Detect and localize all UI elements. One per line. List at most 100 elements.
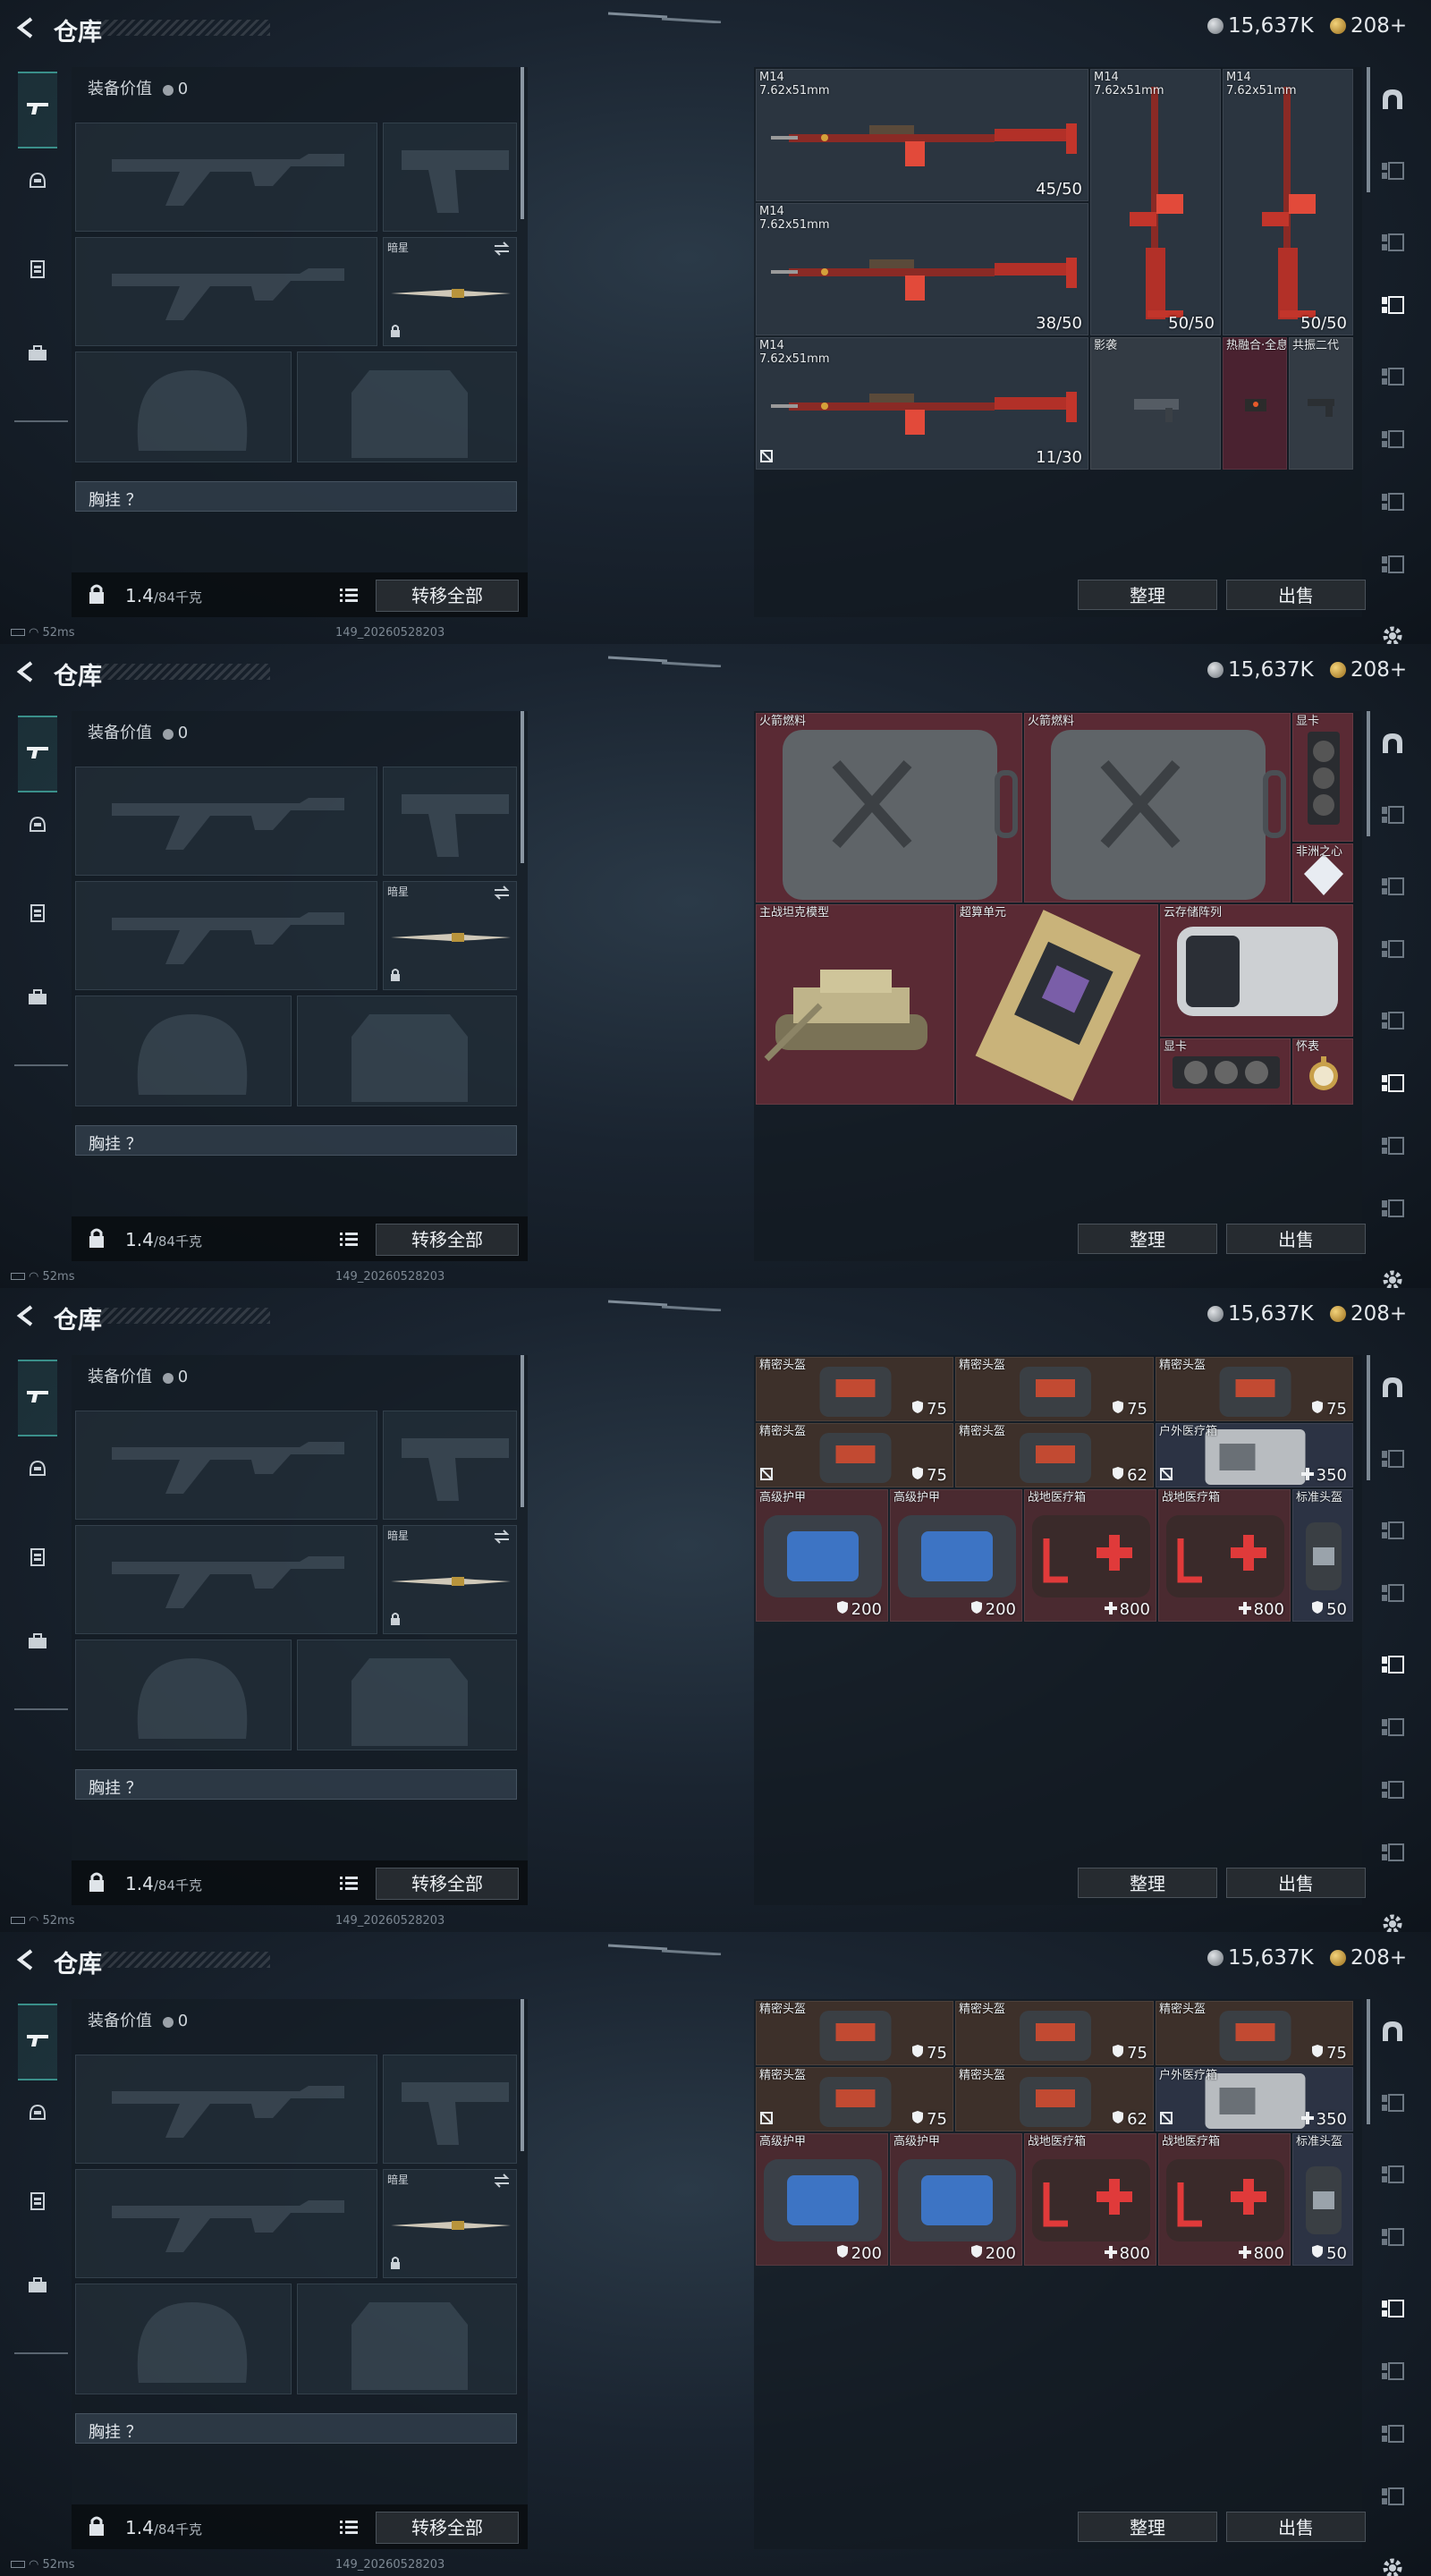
right-tab-valuables[interactable]: [1374, 1713, 1411, 1745]
melee-slot[interactable]: 暗星: [383, 881, 517, 990]
right-tab-misc[interactable]: [1374, 550, 1411, 582]
stash-item[interactable]: 影袭: [1090, 337, 1221, 470]
tab-rig[interactable]: [18, 894, 57, 934]
list-icon[interactable]: [340, 587, 358, 606]
stash-item[interactable]: 精密头盔 75: [1156, 1357, 1353, 1421]
transfer-all-button[interactable]: 转移全部: [376, 580, 519, 612]
transfer-all-button[interactable]: 转移全部: [376, 1868, 519, 1900]
stash-item[interactable]: 高级护甲 200: [890, 2133, 1022, 2266]
sort-button[interactable]: 整理: [1078, 1868, 1217, 1898]
loadout-scrollbar[interactable]: [521, 1355, 524, 1507]
right-tab-ammo[interactable]: [1374, 291, 1411, 323]
stash-item[interactable]: 精密头盔 75: [955, 1357, 1154, 1421]
stash-item[interactable]: 精密头盔 75: [756, 2001, 953, 2065]
stash-item[interactable]: 精密头盔 75: [1156, 2001, 1353, 2065]
stash-item[interactable]: 标准头盔 50: [1292, 1489, 1353, 1622]
right-tab-settings[interactable]: [1374, 1266, 1411, 1288]
armor-slot[interactable]: [297, 1640, 517, 1750]
stash-item[interactable]: 超算单元: [956, 904, 1158, 1105]
stash-item[interactable]: M14 7.62x51mm 11/30: [756, 337, 1088, 470]
tab-helmet[interactable]: [18, 163, 57, 202]
right-tab-armor[interactable]: [1374, 1516, 1411, 1548]
tab-weapons[interactable]: [18, 72, 57, 148]
primary-weapon-slot[interactable]: [75, 123, 377, 232]
right-tab-meds[interactable]: [1374, 1006, 1411, 1038]
tab-rig[interactable]: [18, 250, 57, 290]
helmet-slot[interactable]: [75, 352, 292, 462]
right-tab-armor[interactable]: [1374, 872, 1411, 904]
right-bar-scrollbar[interactable]: [1367, 1355, 1370, 1480]
right-tab-valuables[interactable]: [1374, 2357, 1411, 2389]
stash-item[interactable]: 标准头盔 50: [1292, 2133, 1353, 2266]
right-tab-weapons[interactable]: [1374, 1445, 1411, 1477]
tab-helmet[interactable]: [18, 2095, 57, 2134]
back-icon[interactable]: [14, 660, 38, 683]
back-icon[interactable]: [14, 1304, 38, 1327]
stash-item[interactable]: 云存储阵列: [1160, 904, 1353, 1037]
chest-rig-slot[interactable]: 胸挂 ？: [75, 1125, 517, 1156]
stash-item[interactable]: 火箭燃料: [1024, 713, 1291, 902]
loadout-scrollbar[interactable]: [521, 711, 524, 863]
list-icon[interactable]: [340, 1231, 358, 1250]
right-tab-keys[interactable]: [1374, 1775, 1411, 1808]
right-tab-weapons[interactable]: [1374, 801, 1411, 833]
right-tab-ammo[interactable]: [1374, 2223, 1411, 2255]
stash-item[interactable]: 精密头盔 75: [756, 1357, 953, 1421]
right-tab-armor[interactable]: [1374, 2160, 1411, 2192]
transfer-all-button[interactable]: 转移全部: [376, 1224, 519, 1256]
chest-rig-slot[interactable]: 胸挂 ？: [75, 2413, 517, 2444]
right-tab-weapons[interactable]: [1374, 2089, 1411, 2121]
stash-item[interactable]: 显卡: [1292, 713, 1353, 842]
right-bar-scrollbar[interactable]: [1367, 1999, 1370, 2124]
tab-helmet[interactable]: [18, 807, 57, 846]
swap-icon[interactable]: [493, 2174, 511, 2191]
stash-item[interactable]: 战地医疗箱 800: [1024, 2133, 1156, 2266]
stash-item[interactable]: 精密头盔 75: [756, 2067, 953, 2131]
right-tab-meds[interactable]: [1374, 362, 1411, 394]
right-tab-settings[interactable]: [1374, 622, 1411, 644]
stash-item[interactable]: 战地医疗箱 800: [1158, 1489, 1291, 1622]
stash-item[interactable]: 高级护甲 200: [756, 1489, 888, 1622]
right-tab-settings[interactable]: [1374, 2554, 1411, 2576]
primary-weapon-slot[interactable]: [75, 1411, 377, 1520]
back-icon[interactable]: [14, 1948, 38, 1971]
primary-weapon-slot[interactable]: [75, 2055, 377, 2164]
right-bar-scrollbar[interactable]: [1367, 711, 1370, 836]
right-tab-misc[interactable]: [1374, 2482, 1411, 2514]
stash-item[interactable]: M14 7.62x51mm 38/50: [756, 203, 1088, 335]
pistol-slot[interactable]: [383, 2055, 517, 2164]
stash-item[interactable]: 火箭燃料: [756, 713, 1022, 902]
list-icon[interactable]: [340, 2519, 358, 2538]
right-bar-scrollbar[interactable]: [1367, 67, 1370, 192]
sell-button[interactable]: 出售: [1226, 1868, 1366, 1898]
stash-item[interactable]: 非洲之心: [1292, 843, 1353, 902]
stash-item[interactable]: 户外医疗箱 350: [1156, 2067, 1353, 2131]
stash-item[interactable]: M14 7.62x51mm 50/50: [1223, 69, 1353, 335]
swap-icon[interactable]: [493, 886, 511, 903]
tab-helmet[interactable]: [18, 1451, 57, 1490]
stash-item[interactable]: 精密头盔 62: [955, 2067, 1154, 2131]
right-tab-keys[interactable]: [1374, 2419, 1411, 2452]
stash-item[interactable]: M14 7.62x51mm 50/50: [1090, 69, 1221, 335]
helmet-slot[interactable]: [75, 996, 292, 1106]
stash-item[interactable]: 战地医疗箱 800: [1024, 1489, 1156, 1622]
chest-rig-slot[interactable]: 胸挂 ？: [75, 1769, 517, 1800]
secondary-weapon-slot[interactable]: [75, 881, 377, 990]
stash-item[interactable]: 战地医疗箱 800: [1158, 2133, 1291, 2266]
stash-item[interactable]: 精密头盔 75: [955, 2001, 1154, 2065]
loadout-scrollbar[interactable]: [521, 67, 524, 219]
tab-case[interactable]: [18, 1623, 57, 1663]
stash-item[interactable]: 共振二代: [1289, 337, 1353, 470]
pistol-slot[interactable]: [383, 1411, 517, 1520]
list-icon[interactable]: [340, 1875, 358, 1894]
right-tab-settings[interactable]: [1374, 1910, 1411, 1932]
helmet-slot[interactable]: [75, 2284, 292, 2394]
armor-slot[interactable]: [297, 996, 517, 1106]
right-tab-meds[interactable]: [1374, 2294, 1411, 2326]
tab-case[interactable]: [18, 2267, 57, 2307]
right-tab-arch[interactable]: [1374, 2017, 1411, 2049]
loadout-scrollbar[interactable]: [521, 1999, 524, 2151]
stash-item[interactable]: 热融合·全息: [1223, 337, 1287, 470]
back-icon[interactable]: [14, 16, 38, 39]
right-tab-armor[interactable]: [1374, 228, 1411, 260]
